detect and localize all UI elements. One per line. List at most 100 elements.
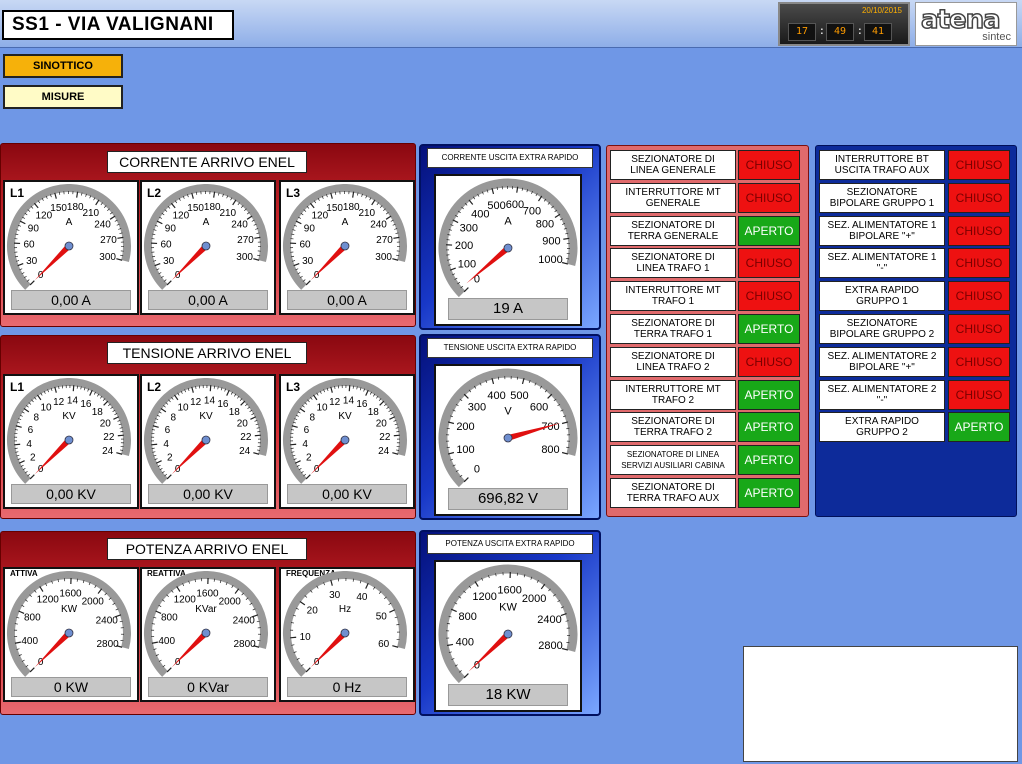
- gauge-tick-label: 400: [21, 636, 38, 647]
- gauge-ring: [283, 571, 407, 677]
- gauge-tick-label: 200: [455, 240, 473, 252]
- switch-state-indicator[interactable]: CHIUSO: [738, 150, 800, 180]
- gauge-potenza-0: ATTIVA 0 400 800 1200 1600 2000 2400 2800 KW 0 KW: [3, 567, 139, 702]
- gauge-tick: [365, 389, 369, 396]
- switch-state-indicator[interactable]: CHIUSO: [738, 346, 800, 377]
- gauge-tick: [392, 645, 399, 648]
- gauge-unit: KV: [62, 411, 76, 422]
- gauge-tick: [253, 452, 260, 455]
- gauge-tick: [312, 394, 318, 401]
- gauge-tick-label: 8: [33, 413, 39, 424]
- gauge-tick-label: 2: [167, 452, 173, 463]
- switch-state-indicator[interactable]: CHIUSO: [738, 182, 800, 213]
- gauge-tick: [166, 280, 172, 286]
- gauge-tick: [33, 202, 39, 209]
- gauge-tick-label: 30: [26, 256, 38, 267]
- gauge-tick-label: 150: [326, 203, 343, 214]
- gauge-hub: [340, 435, 350, 445]
- gauge-value: 0 KVar: [148, 677, 268, 697]
- gauge-tick: [392, 258, 399, 261]
- switch-state-indicator[interactable]: APERTO: [738, 445, 800, 476]
- switch-state-indicator[interactable]: CHIUSO: [948, 281, 1010, 312]
- gauge-tick-label: 22: [103, 432, 115, 443]
- gauge-tick-label: 900: [542, 236, 560, 248]
- gauge-tick: [116, 452, 123, 455]
- gauge-tick: [348, 385, 351, 392]
- gauge-tick: [113, 416, 120, 420]
- gauge-tick-label: 100: [456, 444, 474, 456]
- gauge-tick-label: 500: [487, 200, 505, 212]
- gauge-potenza-2: FREQUENZA 0 10 20 30 40 50 60 Hz 0 Hz: [279, 567, 415, 702]
- gauge-unit: KW: [499, 601, 517, 613]
- gauge-tick: [18, 460, 25, 464]
- switch-state-indicator[interactable]: CHIUSO: [948, 314, 1010, 344]
- gauge-tick: [117, 434, 124, 437]
- gauge-tick-label: 60: [23, 239, 35, 250]
- switch-label: SEZIONATORE DI TERRA TRAFO 2: [610, 412, 736, 443]
- gauge-tick-label: 6: [165, 425, 171, 436]
- gauge-unit: KVar: [195, 604, 217, 615]
- tensione-panel-title: TENSIONE ARRIVO ENEL: [107, 342, 307, 364]
- gauge-tick-label: 40: [356, 592, 368, 603]
- switch-state-indicator[interactable]: APERTO: [738, 215, 800, 246]
- extra-gauge-title: TENSIONE USCITA EXTRA RAPIDO: [427, 338, 593, 358]
- gauge-tick: [97, 588, 103, 594]
- gauge-tick-label: 12: [329, 397, 341, 408]
- gauge-tick-label: 16: [80, 399, 92, 410]
- gauge-tick: [191, 386, 194, 393]
- gauge-tick-label: 400: [158, 636, 175, 647]
- sinottico-button[interactable]: SINOTTICO: [3, 54, 123, 78]
- switch-state-indicator[interactable]: APERTO: [738, 379, 800, 410]
- gauge-hub: [503, 629, 513, 639]
- switch-state-indicator[interactable]: CHIUSO: [948, 215, 1010, 246]
- gauge-tick-label: 150: [50, 203, 67, 214]
- gauge-tick: [170, 202, 176, 209]
- gauge-tick-label: 10: [40, 403, 52, 414]
- switch-label: SEZIONATORE DI LINEA GENERALE: [610, 150, 736, 180]
- gauge-tick-label: 270: [237, 235, 254, 246]
- switch-state-indicator[interactable]: CHIUSO: [948, 379, 1010, 410]
- misure-button[interactable]: MISURE: [3, 85, 123, 109]
- switch-label: INTERRUTTORE MT TRAFO 1: [610, 281, 736, 312]
- gauge-tick: [232, 199, 237, 206]
- extra-gauge-title: CORRENTE USCITA EXTRA RAPIDO: [427, 148, 593, 168]
- gauge-tick-label: 210: [219, 208, 236, 219]
- switch-state-indicator[interactable]: CHIUSO: [948, 346, 1010, 377]
- gauge-tick-label: 800: [536, 219, 554, 231]
- gauge-tick-label: 2: [306, 452, 312, 463]
- gauge-tick-label: 400: [456, 637, 474, 649]
- switch-label: SEZIONATORE DI TERRA TRAFO 1: [610, 314, 736, 344]
- extra-gauge-2: 0 400 800 1200 1600 2000 2400 2800 KW 18 KW: [434, 560, 582, 712]
- gauge-tick-label: 2000: [219, 596, 242, 607]
- switch-state-indicator[interactable]: CHIUSO: [738, 248, 800, 279]
- gauge-tick-label: 90: [304, 223, 316, 234]
- gauge-tick-label: 1600: [196, 589, 219, 600]
- gauge-tick-label: 200: [456, 421, 474, 433]
- gauge-tick: [463, 477, 469, 483]
- switch-state-indicator[interactable]: APERTO: [948, 412, 1010, 443]
- clock-date: 20/10/2015: [861, 6, 902, 15]
- gauge-value: 696,82 V: [448, 488, 568, 510]
- switch-state-indicator[interactable]: CHIUSO: [948, 248, 1010, 279]
- gauge-tick-label: 270: [100, 235, 117, 246]
- switch-state-indicator[interactable]: CHIUSO: [738, 281, 800, 312]
- switch-state-indicator[interactable]: CHIUSO: [948, 150, 1010, 180]
- gauge-tick: [547, 393, 553, 399]
- gauge-tick: [463, 393, 469, 399]
- gauge-tick-label: 90: [165, 223, 177, 234]
- switch-state-indicator[interactable]: APERTO: [738, 478, 800, 508]
- gauge-tick-label: 60: [378, 639, 390, 650]
- switch-state-indicator[interactable]: APERTO: [738, 412, 800, 443]
- switch-state-indicator[interactable]: CHIUSO: [948, 182, 1010, 213]
- gauge-tick-label: 2: [30, 452, 36, 463]
- switch-state-indicator[interactable]: APERTO: [738, 314, 800, 344]
- gauge-tick-label: 150: [187, 203, 204, 214]
- gauge-hub: [201, 241, 211, 251]
- clock-separator: :: [820, 25, 824, 37]
- gauge-tick: [537, 195, 543, 202]
- gauge-tick: [117, 236, 124, 239]
- gauge-tick-label: 8: [309, 413, 315, 424]
- gauge-tick: [389, 416, 396, 420]
- gauge-needle: [468, 631, 511, 672]
- gauge-tick-label: 210: [82, 208, 99, 219]
